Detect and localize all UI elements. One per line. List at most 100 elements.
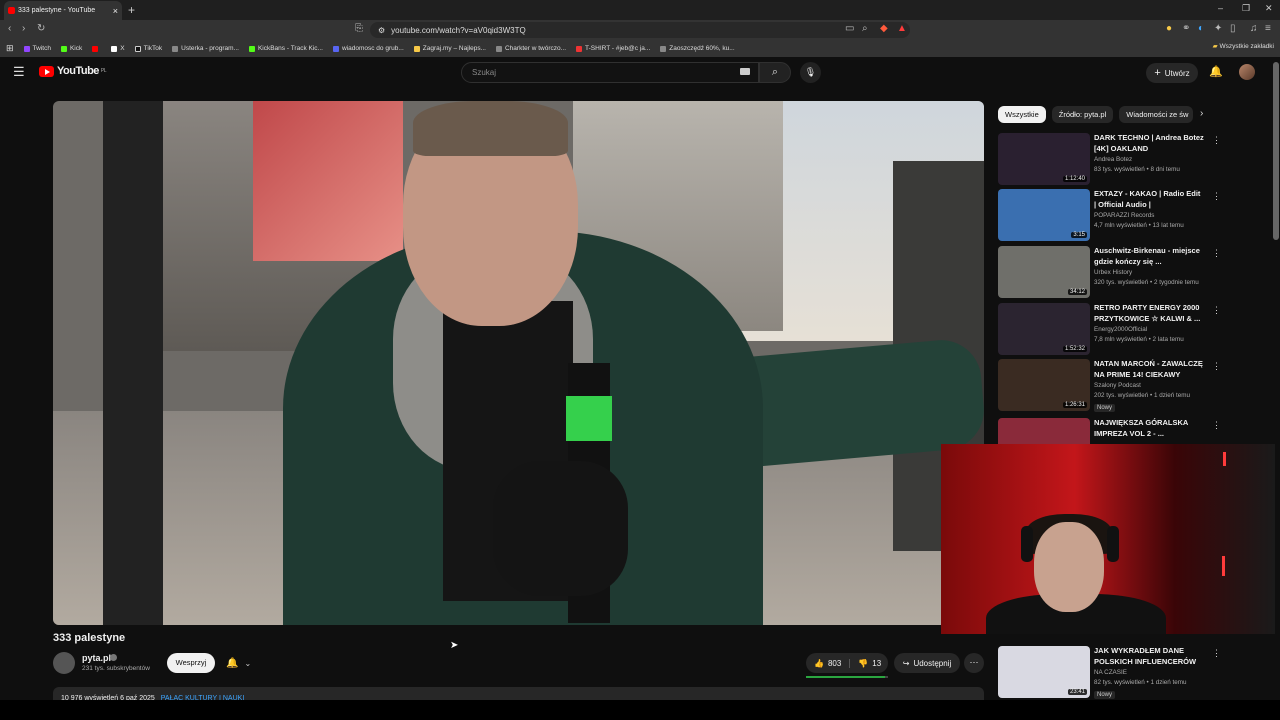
support-button[interactable]: Wesprzyj xyxy=(167,653,215,673)
recommendation-title[interactable]: RETRO PARTY ENERGY 2000 PRZYTKOWICE ☆ KA… xyxy=(1094,303,1204,324)
hamburger-menu-icon[interactable]: ☰ xyxy=(13,64,25,80)
chip-source[interactable]: Źródło: pyta.pl xyxy=(1051,106,1114,123)
extension-icon[interactable]: ◐ xyxy=(1198,23,1204,34)
video-thumbnail[interactable]: 1:26:31 xyxy=(998,359,1090,411)
video-duration: 23:41 xyxy=(1067,689,1087,695)
brave-shield-icon[interactable]: ◆ xyxy=(880,23,888,34)
bookmark-item[interactable]: Kick xyxy=(60,45,82,52)
recommendation-title[interactable]: DARK TECHNO | Andrea Botez [4K] OAKLAND xyxy=(1094,133,1204,154)
video-thumbnail[interactable] xyxy=(998,418,1090,444)
recommendation-channel[interactable]: Andrea Botez xyxy=(1094,156,1132,163)
recommendation-channel[interactable]: Urbex History xyxy=(1094,269,1132,276)
dislike-button[interactable]: 👎 13 xyxy=(850,659,889,668)
keyboard-icon[interactable] xyxy=(740,68,750,75)
media-icon[interactable]: ♫ xyxy=(1250,23,1258,34)
notifications-bell-icon[interactable]: 🔔 xyxy=(1209,65,1223,78)
bookmark-item[interactable]: Zagraj.my – Najleps... xyxy=(413,45,486,52)
user-avatar[interactable] xyxy=(1239,64,1255,80)
recommendation-title[interactable]: JAK WYKRADŁEM DANE POLSKICH INFLUENCERÓW xyxy=(1094,646,1204,667)
bookmark-item[interactable]: wiadomosc do grub... xyxy=(332,45,404,52)
share-button[interactable]: ↪ Udostępnij xyxy=(894,653,960,673)
bookmark-item[interactable]: Twitch xyxy=(23,45,51,52)
recommendation-title[interactable]: NAJWIĘKSZA GÓRALSKA IMPREZA VOL 2 - ... xyxy=(1094,418,1204,439)
recommendation-item[interactable]: 1:52:32 RETRO PARTY ENERGY 2000 PRZYTKOW… xyxy=(998,303,1258,356)
recommendation-meta: 202 tys. wyświetleń • 1 dzień temu xyxy=(1094,392,1191,399)
tab-close-icon[interactable]: × xyxy=(113,6,118,16)
video-player[interactable] xyxy=(53,101,984,625)
recommendation-item[interactable]: 23:41 JAK WYKRADŁEM DANE POLSKICH INFLUE… xyxy=(998,646,1258,699)
video-thumbnail[interactable]: 34:12 xyxy=(998,246,1090,298)
kebab-menu-icon[interactable]: ⋮ xyxy=(1212,248,1221,259)
recommendation-item[interactable]: NAJWIĘKSZA GÓRALSKA IMPREZA VOL 2 - ... … xyxy=(998,418,1258,444)
kebab-menu-icon[interactable]: ⋮ xyxy=(1212,305,1221,316)
recommendation-title[interactable]: EXTAZY - KAKAO | Radio Edit | Official A… xyxy=(1094,189,1204,210)
kebab-menu-icon[interactable]: ⋮ xyxy=(1212,420,1221,431)
forward-icon[interactable]: › xyxy=(22,23,25,34)
cast-icon[interactable]: ▭ xyxy=(845,23,854,34)
more-actions-button[interactable]: ⋯ xyxy=(964,653,984,673)
youtube-logo[interactable]: YouTube PL xyxy=(39,65,107,77)
site-info-icon[interactable]: ⚙ xyxy=(378,26,385,35)
recommendation-channel[interactable]: Energy2000Official xyxy=(1094,326,1147,333)
recommendation-item[interactable]: 3:15 EXTAZY - KAKAO | Radio Edit | Offic… xyxy=(998,189,1258,242)
recommendation-channel[interactable]: Szalony Podcast xyxy=(1094,382,1141,389)
create-button[interactable]: + Utwórz xyxy=(1146,63,1198,83)
browser-tab[interactable]: 333 palestyne - YouTube × xyxy=(4,1,122,20)
taskbar-area xyxy=(0,700,1280,720)
recommendation-item[interactable]: 1:12:40 DARK TECHNO | Andrea Botez [4K] … xyxy=(998,133,1258,186)
video-thumbnail[interactable]: 1:52:32 xyxy=(998,303,1090,355)
recommendation-channel[interactable]: NA CZASIE xyxy=(1094,669,1127,676)
chip-all[interactable]: Wszystkie xyxy=(998,106,1046,123)
channel-name[interactable]: pyta.pl xyxy=(82,653,111,663)
like-button[interactable]: 👍 803 xyxy=(806,658,851,668)
bookmark-item[interactable] xyxy=(92,45,101,52)
kebab-menu-icon[interactable]: ⋮ xyxy=(1212,135,1221,146)
extensions-puzzle-icon[interactable]: ✦ xyxy=(1214,23,1222,34)
browser-tab-bar xyxy=(0,0,1280,20)
bookmark-item[interactable]: TikTok xyxy=(134,45,162,52)
scrollbar-thumb[interactable] xyxy=(1273,62,1279,240)
new-tab-button[interactable]: + xyxy=(128,3,135,17)
bookmark-item[interactable]: KickBans - Track Kic... xyxy=(248,45,323,52)
reload-icon[interactable]: ↻ xyxy=(37,23,45,34)
bookmark-icon[interactable]: ⎘ xyxy=(355,23,363,34)
voice-search-button[interactable]: 🎙 xyxy=(800,62,821,83)
search-button[interactable]: ⌕ xyxy=(759,62,791,83)
recommendation-item[interactable]: 34:12 Auschwitz-Birkenau - miejsce gdzie… xyxy=(998,246,1258,299)
bookmark-item[interactable]: T-SHIRT - #jeb@c ja... xyxy=(576,45,650,52)
close-window-icon[interactable]: ✕ xyxy=(1265,3,1273,14)
video-thumbnail[interactable]: 1:12:40 xyxy=(998,133,1090,185)
subscription-bell-button[interactable]: 🔔 ⌄ xyxy=(222,653,260,673)
recommendation-item[interactable]: 1:26:31 NATAN MARCOŃ - ZAWALCZĘ NA PRIME… xyxy=(998,359,1258,412)
kebab-menu-icon[interactable]: ⋮ xyxy=(1212,648,1221,659)
back-icon[interactable]: ‹ xyxy=(8,23,11,34)
kebab-menu-icon[interactable]: ⋮ xyxy=(1212,361,1221,372)
chip-news[interactable]: Wiadomości ze św xyxy=(1119,106,1194,123)
bookmark-item[interactable]: Zaoszczędź 60%, ku... xyxy=(660,45,735,52)
bookmark-favicon-icon xyxy=(413,45,420,52)
search-input[interactable]: Szukaj xyxy=(461,62,759,83)
chevron-right-icon[interactable]: › xyxy=(1200,108,1203,119)
video-thumbnail[interactable]: 23:41 xyxy=(998,646,1090,698)
extension-icon[interactable]: ● xyxy=(1166,23,1172,34)
apps-grid-icon[interactable]: ⊞ xyxy=(6,43,14,54)
address-bar[interactable]: ⚙ youtube.com/watch?v=aV0qid3W3TQ xyxy=(370,22,910,38)
channel-avatar[interactable] xyxy=(53,652,75,674)
sidebar-icon[interactable]: ▯ xyxy=(1230,23,1236,34)
bookmark-item[interactable]: X xyxy=(111,45,125,52)
chevron-down-icon: ⌄ xyxy=(244,658,252,668)
maximize-icon[interactable]: ❐ xyxy=(1242,3,1250,14)
recommendation-title[interactable]: Auschwitz-Birkenau - miejsce gdzie kończ… xyxy=(1094,246,1204,267)
all-bookmarks[interactable]: ▰ Wszystkie zakładki xyxy=(1213,42,1274,50)
kebab-menu-icon[interactable]: ⋮ xyxy=(1212,191,1221,202)
zoom-icon[interactable]: ⌕ xyxy=(862,23,868,34)
video-thumbnail[interactable]: 3:15 xyxy=(998,189,1090,241)
minimize-icon[interactable]: – xyxy=(1218,3,1223,13)
recommendation-channel[interactable]: POPARAZZI Records xyxy=(1094,212,1154,219)
rewards-icon[interactable]: ▲ xyxy=(897,23,907,34)
menu-icon[interactable]: ≡ xyxy=(1265,23,1271,34)
extension-icon[interactable]: ⚭ xyxy=(1182,23,1190,34)
recommendation-title[interactable]: NATAN MARCOŃ - ZAWALCZĘ NA PRIME 14! CIE… xyxy=(1094,359,1204,380)
bookmark-item[interactable]: Charkter w twórczo... xyxy=(495,45,566,52)
bookmark-item[interactable]: Usterka - program... xyxy=(172,45,239,52)
